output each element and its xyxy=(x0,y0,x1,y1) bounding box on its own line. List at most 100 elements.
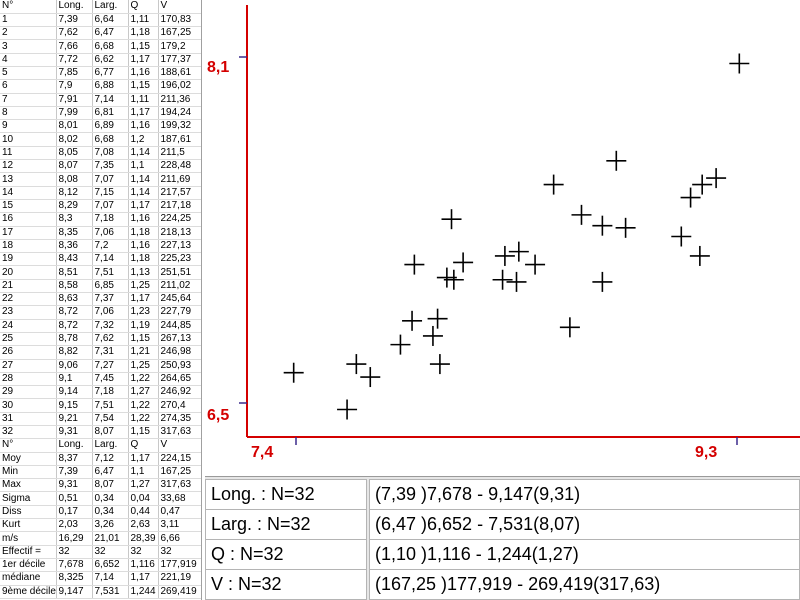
table-cell: Long. xyxy=(56,0,93,14)
table-cell: 6,88 xyxy=(92,79,129,94)
table-cell: 9,147 xyxy=(56,585,93,599)
summary-range-q: (1,10 )1,116 - 1,244(1,27) xyxy=(369,539,800,570)
table-cell: 28 xyxy=(0,372,57,387)
table-cell: 1,23 xyxy=(128,305,159,320)
table-cell: 1,22 xyxy=(128,412,159,427)
table-cell: 9,21 xyxy=(56,412,93,427)
summary-label-q: Q : N=32 xyxy=(205,539,367,570)
table-cell: 7,27 xyxy=(92,359,129,373)
table-cell: 7 xyxy=(0,93,57,107)
table-cell: 211,36 xyxy=(158,93,201,107)
table-cell: 7,99 xyxy=(56,106,93,121)
table-cell: 9,15 xyxy=(56,398,93,413)
data-point xyxy=(592,215,613,236)
table-cell: 2,03 xyxy=(56,518,93,533)
table-cell: 7,37 xyxy=(92,292,129,307)
data-point xyxy=(453,252,474,273)
table-row: 20 8,51 7,51 1,13 251,51 xyxy=(0,265,201,280)
summary-panel: Long. : N=32 (7,39 )7,678 - 9,147(9,31) … xyxy=(205,476,800,600)
table-cell: 245,64 xyxy=(158,292,201,307)
data-point xyxy=(402,310,423,331)
table-cell: 1,244 xyxy=(128,585,159,599)
table-row: 10 8,02 6,68 1,2 187,61 xyxy=(0,132,201,147)
data-point xyxy=(427,308,448,329)
table-cell: 6,81 xyxy=(92,106,129,121)
table-cell: Moy xyxy=(0,452,57,466)
table-cell: 8,29 xyxy=(56,199,93,214)
table-cell: 0,34 xyxy=(92,491,129,506)
table-cell: 217,18 xyxy=(158,199,201,214)
table-cell: 211,69 xyxy=(158,172,201,187)
stats-row: Effectif = 32 32 32 32 xyxy=(0,545,201,559)
table-cell: 27 xyxy=(0,359,57,373)
table-cell: 1,13 xyxy=(128,265,159,280)
data-point xyxy=(615,217,636,238)
data-point xyxy=(422,325,443,346)
table-cell: m/s xyxy=(0,531,57,546)
table-row: 23 8,72 7,06 1,23 227,79 xyxy=(0,305,201,320)
table-cell: 1,16 xyxy=(128,119,159,134)
table-cell: 6,89 xyxy=(92,119,129,134)
table-cell: 8,07 xyxy=(92,425,129,440)
table-cell: 7,07 xyxy=(92,172,129,187)
table-cell: 1,17 xyxy=(128,53,159,67)
table-row: 26 8,82 7,31 1,21 246,98 xyxy=(0,345,201,360)
data-point xyxy=(729,53,750,74)
table-cell: 8,01 xyxy=(56,119,93,134)
table-cell: 211,5 xyxy=(158,146,201,161)
table-cell: 7,39 xyxy=(56,13,93,28)
table-cell: 269,419 xyxy=(158,585,201,599)
data-table: N° Long. Larg. Q V 1 7,39 6,64 1,11 170,83 2 7,62 6,… xyxy=(0,0,201,599)
table-cell: Sigma xyxy=(0,491,57,506)
stats-row: m/s 16,29 21,01 28,39 6,66 xyxy=(0,531,201,546)
stats-row: Kurt 2,03 3,26 2,63 3,11 xyxy=(0,518,201,533)
table-row: 30 9,15 7,51 1,22 270,4 xyxy=(0,398,201,413)
table-cell: 7,06 xyxy=(92,305,129,320)
table-row: 21 8,58 6,85 1,25 211,02 xyxy=(0,279,201,294)
table-cell: 24 xyxy=(0,319,57,333)
table-cell: 1,25 xyxy=(128,279,159,294)
table-cell: 7,07 xyxy=(92,199,129,214)
table-cell: 25 xyxy=(0,332,57,347)
table-cell: 1,16 xyxy=(128,239,159,254)
table-cell: 7,85 xyxy=(56,66,93,81)
table-cell: 8,07 xyxy=(56,159,93,174)
table-cell: 2 xyxy=(0,26,57,41)
table-cell: Q xyxy=(128,438,159,453)
table-cell: 7,2 xyxy=(92,239,129,254)
table-row: 13 8,08 7,07 1,14 211,69 xyxy=(0,172,201,187)
table-cell: 19 xyxy=(0,252,57,267)
table-cell: 8,37 xyxy=(56,452,93,466)
stats-header-row: N° Long. Larg. Q V xyxy=(0,438,201,453)
table-cell: N° xyxy=(0,0,57,14)
table-row: 2 7,62 6,47 1,18 167,25 xyxy=(0,26,201,41)
table-cell: 8,51 xyxy=(56,265,93,280)
table-row: 19 8,43 7,14 1,18 225,23 xyxy=(0,252,201,267)
table-cell: Long. xyxy=(56,438,93,453)
table-cell: 4 xyxy=(0,53,57,67)
table-row: 6 7,9 6,88 1,15 196,02 xyxy=(0,79,201,94)
table-cell: V xyxy=(158,438,201,453)
table-cell: Max xyxy=(0,478,57,493)
table-cell: 32 xyxy=(158,545,201,559)
table-cell: 8,05 xyxy=(56,146,93,161)
table-row: 12 8,07 7,35 1,1 228,48 xyxy=(0,159,201,174)
table-cell: 30 xyxy=(0,398,57,413)
table-row: 17 8,35 7,06 1,18 218,13 xyxy=(0,226,201,240)
table-cell: 5 xyxy=(0,66,57,81)
table-cell: 1,25 xyxy=(128,359,159,373)
table-cell: 22 xyxy=(0,292,57,307)
table-row: 31 9,21 7,54 1,22 274,35 xyxy=(0,412,201,427)
data-point xyxy=(283,362,304,383)
summary-range-long: (7,39 )7,678 - 9,147(9,31) xyxy=(369,479,800,510)
table-cell: 32 xyxy=(128,545,159,559)
table-cell: 7,51 xyxy=(92,398,129,413)
x-tick-label: 9,3 xyxy=(695,444,717,461)
table-cell: 3,26 xyxy=(92,518,129,533)
data-point xyxy=(360,367,381,388)
table-row: 1 7,39 6,64 1,11 170,83 xyxy=(0,13,201,28)
table-cell: 7,91 xyxy=(56,93,93,107)
table-cell: 13 xyxy=(0,172,57,187)
table-cell: Larg. xyxy=(92,0,129,14)
table-cell: 246,92 xyxy=(158,385,201,400)
